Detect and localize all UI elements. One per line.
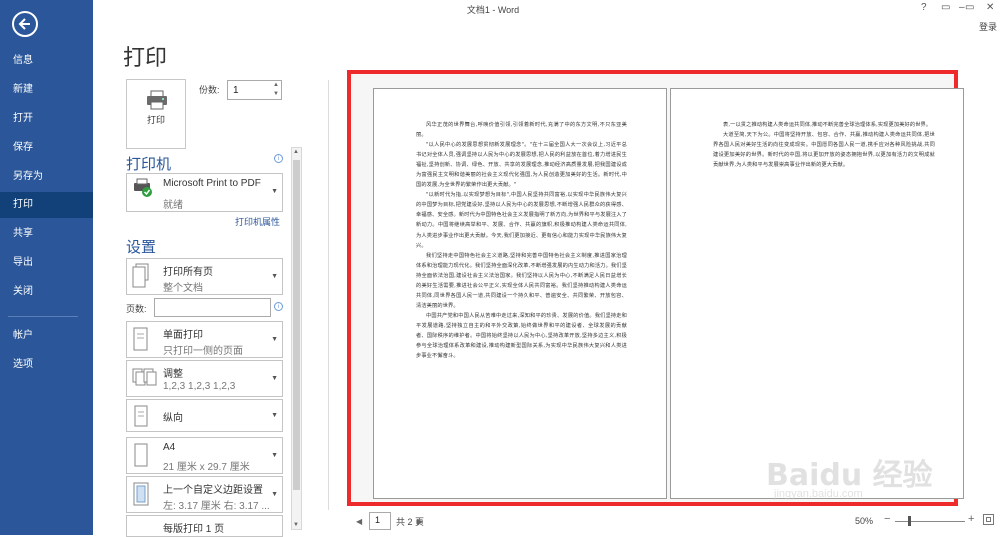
zoom-level[interactable]: 50%	[855, 516, 873, 526]
chevron-down-icon: ▼	[271, 336, 278, 343]
nav-divider	[8, 316, 78, 317]
nav-item-save[interactable]: 保存	[0, 135, 93, 161]
margins-dropdown[interactable]: 上一个自定义边距设置 左: 3.17 厘米 右: 3.17 ... ▼	[126, 476, 283, 513]
baidu-watermark: Baidu 经验 jingyan.baidu.com	[766, 458, 933, 500]
back-arrow-icon[interactable]	[12, 11, 38, 37]
nav-item-options[interactable]: 选项	[0, 352, 93, 378]
chevron-down-icon: ▼	[271, 491, 278, 498]
printer-ready-icon	[134, 178, 152, 197]
settings-heading: 设置	[126, 239, 157, 256]
page-title: 打印	[123, 45, 168, 70]
minimize-icon[interactable]: –	[959, 2, 965, 13]
paragraph: "以新时代为指,以实现梦想为目标",中国人民坚持共同富裕,以实现中华民族伟大复兴…	[416, 192, 627, 249]
page-number-input[interactable]: 1	[369, 512, 391, 530]
title-bar: 文档1 - Word ? ▭ – ▭ ✕	[93, 0, 1000, 20]
nav-item-open[interactable]: 打开	[0, 106, 93, 132]
prev-page-icon[interactable]: ◀	[356, 517, 362, 526]
chevron-down-icon: ▼	[271, 452, 278, 459]
print-range-desc: 整个文档	[163, 283, 203, 294]
copies-label: 份数:	[199, 85, 220, 95]
close-icon[interactable]: ✕	[986, 2, 994, 13]
copies-value: 1	[233, 85, 239, 96]
scroll-up-icon[interactable]: ▲	[293, 149, 299, 155]
restore-icon[interactable]: ▭	[965, 2, 974, 13]
margins-label: 上一个自定义边距设置	[163, 485, 263, 496]
sides-label: 单面打印	[163, 330, 203, 341]
preview-page-1: 风华正茂的世界舞台,呼唤价值引领,引领着新时代,充满了中的东方文明,不只东亚美丽…	[373, 88, 667, 499]
pages-input[interactable]	[154, 298, 271, 317]
zoom-slider[interactable]	[895, 521, 965, 522]
help-icon[interactable]: ?	[921, 2, 927, 13]
paragraph: "以人民中心的发展思想贯彻新发展理念"。"在十三届全国人大一次会议上,习近平总书…	[416, 142, 627, 189]
nav-item-close[interactable]: 关闭	[0, 279, 93, 305]
settings-scrollbar[interactable]: ▲ ▼	[291, 147, 302, 530]
document-pages-icon	[132, 263, 149, 288]
pages-label: 页数:	[126, 304, 147, 314]
paragraph: 大道至简,天下为公。中国将坚持开放、包容、合作、共赢,推动构建人类命运共同体,把…	[713, 132, 935, 169]
printer-status: 就绪	[163, 200, 183, 211]
collate-desc: 1,2,3 1,2,3 1,2,3	[163, 381, 236, 392]
nav-item-export[interactable]: 导出	[0, 250, 93, 276]
printer-heading: 打印机	[126, 156, 172, 173]
zoom-slider-thumb[interactable]	[908, 516, 911, 526]
ribbon-display-icon[interactable]: ▭	[941, 2, 950, 13]
single-sided-icon	[133, 327, 148, 351]
copies-down-icon[interactable]: ▼	[273, 91, 279, 97]
pages-per-sheet-label: 每版打印 1 页	[163, 524, 225, 535]
paragraph: 表,一以贯之推动构建人类命运共同体,推动不断完善全球治理体系,实现更加美好的世界…	[723, 122, 932, 128]
next-page-icon[interactable]: ▶	[417, 517, 423, 526]
nav-item-info[interactable]: 信息	[0, 48, 93, 74]
print-button[interactable]: 打印	[126, 79, 186, 149]
orientation-label: 纵向	[163, 413, 183, 424]
margins-icon	[133, 482, 149, 506]
copies-up-icon[interactable]: ▲	[273, 82, 279, 88]
printer-icon	[147, 90, 167, 110]
paragraph: 中国共产党和中国人民从苦难中走过来,深知和平的珍贵、发展的价值。我们坚持走和平发…	[416, 312, 627, 360]
collate-dropdown[interactable]: 调整 1,2,3 1,2,3 1,2,3 ▼	[126, 360, 283, 397]
chevron-down-icon: ▼	[271, 375, 278, 382]
paper-size-desc: 21 厘米 x 29.7 厘米	[163, 462, 250, 473]
info-icon[interactable]: i	[274, 302, 283, 311]
chevron-down-icon: ▼	[271, 273, 278, 280]
nav-item-save-as[interactable]: 另存为	[0, 164, 93, 190]
scroll-down-icon[interactable]: ▼	[293, 522, 299, 528]
print-range-label: 打印所有页	[163, 267, 213, 278]
sign-in-link[interactable]: 登录	[979, 20, 997, 33]
scroll-thumb[interactable]	[293, 160, 300, 490]
print-preview: 风华正茂的世界舞台,呼唤价值引领,引领着新时代,充满了中的东方文明,不只东亚美丽…	[347, 70, 964, 506]
copies-stepper[interactable]: 1 ▲ ▼	[227, 80, 282, 100]
printer-name: Microsoft Print to PDF	[163, 178, 261, 189]
print-button-label: 打印	[146, 115, 165, 125]
nav-item-account[interactable]: 帐户	[0, 323, 93, 349]
collate-icon	[132, 368, 157, 386]
info-icon[interactable]: i	[274, 154, 283, 163]
panel-divider	[328, 80, 329, 510]
paragraph: 我们坚持走中国特色社会主义道路,坚持和完善中国特色社会主义制度,推进国家治理体系…	[416, 252, 627, 309]
nav-item-print[interactable]: 打印	[0, 192, 93, 218]
paper-size-icon	[134, 443, 148, 467]
portrait-icon	[134, 405, 148, 427]
zoom-out-icon[interactable]: −	[884, 513, 890, 525]
printer-properties-link[interactable]: 打印机属性	[235, 215, 280, 228]
sides-desc: 只打印一侧的页面	[163, 346, 243, 357]
orientation-dropdown[interactable]: 纵向 ▼	[126, 399, 283, 432]
pages-per-sheet-dropdown[interactable]: 每版打印 1 页	[126, 515, 283, 537]
window-title: 文档1 - Word	[466, 5, 520, 15]
print-range-dropdown[interactable]: 打印所有页 整个文档 ▼	[126, 258, 283, 295]
collate-label: 调整	[163, 369, 183, 380]
sides-dropdown[interactable]: 单面打印 只打印一侧的页面 ▼	[126, 321, 283, 358]
zoom-in-icon[interactable]: +	[968, 513, 974, 525]
zoom-to-page-icon[interactable]	[983, 514, 994, 525]
chevron-down-icon: ▼	[271, 188, 278, 195]
paper-size-dropdown[interactable]: A4 21 厘米 x 29.7 厘米 ▼	[126, 437, 283, 474]
nav-item-new[interactable]: 新建	[0, 77, 93, 103]
backstage-nav: 信息 新建 打开 保存 另存为 打印 共享 导出 关闭 帐户 选项	[0, 0, 93, 535]
nav-item-share[interactable]: 共享	[0, 221, 93, 247]
printer-dropdown[interactable]: Microsoft Print to PDF 就绪 ▼	[126, 173, 283, 212]
paragraph: 风华正茂的世界舞台,呼唤价值引领,引领着新时代,充满了中的东方文明,不只东亚美丽…	[416, 122, 627, 139]
preview-page-2: 表,一以贯之推动构建人类命运共同体,推动不断完善全球治理体系,实现更加美好的世界…	[670, 88, 964, 499]
margins-desc: 左: 3.17 厘米 右: 3.17 ...	[163, 501, 270, 512]
paper-size-label: A4	[163, 442, 176, 453]
chevron-down-icon: ▼	[271, 412, 278, 419]
